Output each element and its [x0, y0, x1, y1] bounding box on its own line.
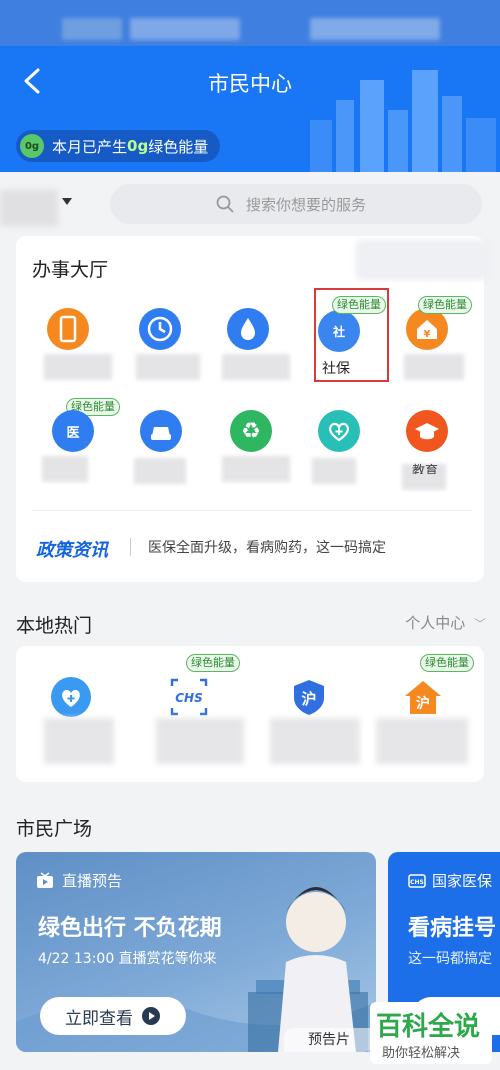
view-now-button[interactable]: 立即查看 [40, 997, 186, 1035]
svg-text:¥: ¥ [424, 329, 431, 340]
header: 市民中心 0g 本月已产生 0g 绿色能量 [0, 0, 500, 172]
blurred-label [44, 718, 114, 764]
svg-text:沪: 沪 [416, 695, 430, 712]
divider [32, 510, 472, 511]
green-energy-badge: 绿色能量 [418, 296, 472, 314]
blurred-label [222, 456, 290, 482]
promo2-tag-label: 国家医保 [432, 872, 493, 890]
water-drop-icon [227, 308, 269, 350]
caret-down-icon[interactable] [62, 198, 72, 205]
policy-logo: 政策资讯 [36, 540, 108, 561]
education-label: 教育 [412, 464, 439, 474]
clock-icon [139, 308, 181, 350]
energy-suffix: 绿色能量 [148, 137, 209, 156]
view-now-label: 立即查看 [65, 1008, 133, 1029]
service-phone[interactable] [28, 308, 112, 408]
energy-summary[interactable]: 0g 本月已产生 0g 绿色能量 [16, 130, 221, 162]
svg-text:CHS: CHS [175, 691, 203, 705]
phone-icon [47, 308, 89, 350]
promo-card-live[interactable]: 直播预告 绿色出行 不负花期 4/22 13:00 直播赏花等你来 立即查看 预… [16, 852, 376, 1052]
personal-center-link[interactable]: 个人中心 ﹀ [405, 612, 486, 633]
education-icon [406, 410, 448, 452]
page-title: 市民中心 [208, 72, 292, 96]
health-icon [318, 410, 360, 452]
service-recycle[interactable]: ♻ [208, 410, 290, 510]
svg-text:沪: 沪 [301, 690, 316, 708]
status-bar [0, 0, 500, 46]
heart-plus-icon [50, 676, 92, 718]
promo-subtitle: 4/22 13:00 直播赏花等你来 [38, 951, 217, 967]
blurred-label [222, 354, 290, 380]
chs-icon: CHS [168, 676, 210, 718]
social-security-label[interactable]: 社保 [322, 358, 350, 378]
service-car[interactable] [120, 410, 200, 510]
office-hall-title: 办事大厅 [32, 259, 109, 281]
blurred-label [156, 718, 244, 764]
trailer-badge: 预告片 [284, 1028, 374, 1052]
shanghai-house-icon: 沪 [402, 676, 444, 718]
blurred-element [356, 240, 488, 280]
blurred-label [376, 718, 468, 764]
car-icon [140, 410, 182, 452]
chs-small-icon: CHS [408, 873, 426, 888]
svg-text:CHS: CHS [410, 879, 424, 886]
blurred-label [404, 354, 464, 380]
search-placeholder: 搜索你想要的服务 [246, 195, 367, 214]
search-icon [216, 195, 234, 213]
plaza-title: 市民广场 [16, 818, 93, 840]
watermark-title: 百科全说 [376, 1012, 481, 1042]
promo2-headline: 看病挂号 [408, 916, 497, 941]
recycle-icon: ♻ [230, 410, 272, 452]
blurred-label [136, 354, 200, 380]
service-education[interactable]: 教育 [386, 410, 466, 510]
watermark: 百科全说 助你轻松解决 [370, 1002, 492, 1064]
service-medical-insurance[interactable]: 医 [32, 410, 112, 510]
watermark-subtitle: 助你轻松解决 [382, 1046, 461, 1061]
city-selector[interactable] [0, 190, 58, 226]
blurred-label [44, 354, 112, 380]
policy-headline[interactable]: 医保全面升级，看病购药，这一码搞定 [148, 537, 386, 557]
hot-service-3[interactable]: 沪 [258, 654, 360, 764]
service-clock[interactable] [120, 308, 200, 408]
separator [130, 538, 131, 556]
service-water[interactable] [208, 308, 290, 408]
play-circle-icon [142, 1007, 160, 1025]
promo2-tag: CHS 国家医保 [408, 870, 492, 891]
service-health[interactable] [298, 410, 378, 510]
promo-tag-label: 直播预告 [62, 872, 123, 890]
promo-headline: 绿色出行 不负花期 [38, 916, 222, 941]
chevron-down-icon: ﹀ [473, 617, 486, 631]
energy-value: 0g [127, 137, 149, 155]
energy-icon: 0g [20, 134, 44, 158]
tv-icon [37, 871, 53, 888]
personal-center-label: 个人中心 [405, 614, 466, 632]
local-hot-title: 本地热门 [16, 615, 93, 637]
promo2-subtitle: 这一码都搞定 [408, 951, 492, 967]
energy-prefix: 本月已产生 [52, 137, 128, 156]
search-input[interactable]: 搜索你想要的服务 [110, 184, 482, 224]
hot-service-1[interactable] [24, 654, 124, 764]
medical-insurance-icon: 医 [52, 410, 94, 452]
blurred-label [270, 718, 360, 764]
blurred-label [312, 458, 356, 484]
hot-service-4[interactable]: 沪 [376, 654, 476, 764]
housing-fund-icon: ¥ [406, 308, 448, 350]
shanghai-shield-icon: 沪 [288, 676, 330, 718]
service-housing-fund[interactable]: ¥ [386, 308, 466, 408]
blurred-label [134, 458, 186, 484]
promo-tag: 直播预告 [36, 870, 122, 891]
blurred-label [42, 456, 88, 482]
hot-service-2[interactable]: CHS [140, 654, 244, 764]
